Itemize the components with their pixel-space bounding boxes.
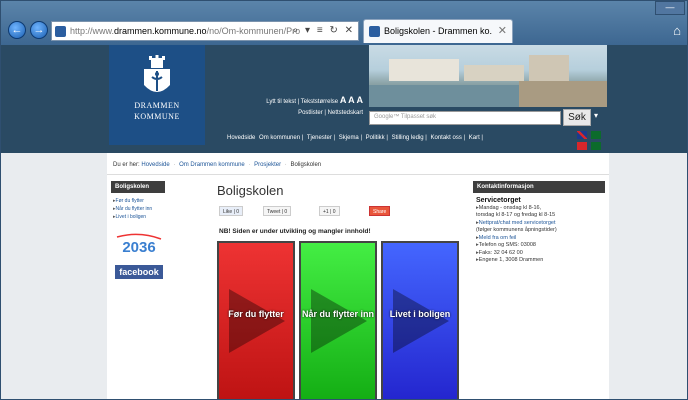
tile-label: Før du flytter xyxy=(228,309,284,319)
left-sidebar: Boligskolen Før du flytter Når du flytte… xyxy=(111,181,165,279)
phone-info: Telefon og SMS: 03008 xyxy=(476,242,602,250)
browser-tab[interactable]: Boligskolen - Drammen ko... ✕ xyxy=(363,19,513,43)
tab-close-icon[interactable]: ✕ xyxy=(498,24,507,37)
search-input[interactable]: Google™ Tilpasset søk xyxy=(369,111,561,125)
search-button[interactable]: Søk xyxy=(563,109,591,126)
breadcrumb-separator: · xyxy=(248,162,251,168)
nav-item-politics[interactable]: Politikk | xyxy=(366,135,388,141)
flag-turkey-icon[interactable] xyxy=(577,142,587,150)
nav-item-services[interactable]: Tjenester | xyxy=(307,135,335,141)
drammen-logo[interactable]: DRAMMEN KOMMUNE xyxy=(109,45,205,145)
tab-favicon-icon xyxy=(369,26,380,37)
address-info: Engene 1, 3008 Drammen xyxy=(476,257,602,265)
fax-info: Faks: 32 04 62 00 xyxy=(476,250,602,258)
facebook-like-button[interactable]: Like | 0 xyxy=(219,206,244,216)
nav-item-about[interactable]: Om kommunen | xyxy=(259,135,303,141)
arrow-icon xyxy=(311,289,367,353)
tile-moving-in[interactable]: Når du flytter inn xyxy=(299,241,377,399)
tab-title: Boligskolen - Drammen ko... xyxy=(384,26,492,36)
util-link-lists[interactable]: Postlister | Nettstedskart xyxy=(231,108,363,119)
tile-life-in-home[interactable]: Livet i boligen xyxy=(381,241,459,399)
right-sidebar: Kontaktinformasjon Servicetorget Mandag … xyxy=(473,181,605,269)
share-bar: Like | 0 Tweet | 0 +1 | 0 Share xyxy=(215,206,469,218)
address-tools-icons[interactable]: ⌕ ▾ ≡ ↻ ✕ xyxy=(293,25,355,36)
home-icon[interactable]: ⌂ xyxy=(673,23,681,38)
address-url[interactable]: http://www.drammen.kommune.no/no/Om-komm… xyxy=(70,26,302,36)
breadcrumb-separator: · xyxy=(173,162,176,168)
util-link-listen[interactable]: Lytt til tekst | Tekststørrelse xyxy=(266,99,338,105)
search-placeholder: Google™ Tilpasset søk xyxy=(374,114,437,120)
back-button[interactable]: ← xyxy=(8,21,26,39)
sidebar-item-before-moving[interactable]: Før du flytter xyxy=(113,197,163,205)
text-size-toggle[interactable]: A A A xyxy=(340,95,363,105)
breadcrumb-item-projects[interactable]: Prosjekter xyxy=(254,162,281,168)
nav-item-home[interactable]: Hovedside xyxy=(227,135,255,141)
arrow-icon xyxy=(229,289,285,353)
sidebar-item-moving-in[interactable]: Når du flytter inn xyxy=(113,205,163,213)
breadcrumb-item-about[interactable]: Om Drammen kommune xyxy=(179,162,245,168)
sidebar-heading: Boligskolen xyxy=(111,181,165,193)
contact-info: Servicetorget Mandag - onsdag kl 8-16,to… xyxy=(473,193,605,269)
tile-label: Når du flytter inn xyxy=(301,309,374,319)
nav-item-contact[interactable]: Kontakt oss | xyxy=(431,135,466,141)
search-dropdown-icon[interactable]: ▾ xyxy=(594,111,598,120)
site-favicon-icon xyxy=(55,26,66,37)
logo-line2: KOMMUNE xyxy=(134,112,180,121)
breadcrumb-item-current: Boligskolen xyxy=(290,162,322,168)
page-content: Du er her: Hovedside · Om Drammen kommun… xyxy=(107,153,609,399)
topic-tiles: Før du flytter Når du flytter inn Livet … xyxy=(215,241,469,399)
logo-line1: DRAMMEN xyxy=(134,101,180,110)
breadcrumb-item-home[interactable]: Hovedside xyxy=(141,162,169,168)
nav-item-jobs[interactable]: Stilling ledig | xyxy=(392,135,427,141)
development-notice: NB! Siden er under utvikling og mangler … xyxy=(219,228,371,235)
tile-before-moving[interactable]: Før du flytter xyxy=(217,241,295,399)
main-navigation: Hovedside Om kommunen | Tjenester | Skje… xyxy=(227,135,567,141)
utility-links: Lytt til tekst | Tekststørrelse A A A Po… xyxy=(231,95,363,119)
share-button[interactable]: Share xyxy=(369,206,391,216)
flag-pakistan-icon[interactable] xyxy=(591,131,601,139)
nav-item-map[interactable]: Kart | xyxy=(469,135,483,141)
service-center-title: Servicetorget xyxy=(476,197,521,204)
nav-item-forms[interactable]: Skjema | xyxy=(339,135,362,141)
address-bar[interactable]: http://www.drammen.kommune.no/no/Om-komm… xyxy=(51,21,359,41)
sidebar-links: Før du flytter Når du flytter inn Livet … xyxy=(111,193,165,225)
main-column: Boligskolen Like | 0 Tweet | 0 +1 | 0 Sh… xyxy=(215,181,469,399)
forward-button[interactable]: → xyxy=(30,21,48,39)
flag-uk-icon[interactable] xyxy=(577,131,587,139)
page-title: Boligskolen xyxy=(217,183,284,198)
report-error-link[interactable]: Meld fra om feil xyxy=(476,235,602,243)
coat-of-arms-icon xyxy=(144,55,170,92)
browser-window: — ← → http://www.drammen.kommune.no/no/O… xyxy=(0,0,688,400)
breadcrumb-separator: · xyxy=(284,162,287,168)
tile-label: Livet i boligen xyxy=(389,309,451,319)
flag-language-icon[interactable] xyxy=(591,142,601,150)
breadcrumb-divider xyxy=(107,174,609,175)
contact-heading: Kontaktinformasjon xyxy=(473,181,605,193)
minimize-button[interactable]: — xyxy=(655,1,685,15)
google-plus-button[interactable]: +1 | 0 xyxy=(319,206,340,216)
breadcrumb-prefix: Du er her: xyxy=(113,162,140,168)
tweet-button[interactable]: Tweet | 0 xyxy=(263,206,292,216)
facebook-button[interactable]: facebook xyxy=(115,265,163,279)
chat-link[interactable]: Nettprat/chat med servicetorget(følger k… xyxy=(476,220,602,235)
browser-toolbar: — ← → http://www.drammen.kommune.no/no/O… xyxy=(1,1,687,45)
arrow-icon xyxy=(393,289,449,353)
opening-hours: Mandag - onsdag kl 8-16,torsdag kl 8-17 … xyxy=(476,205,602,220)
logo-2036-icon[interactable]: 2036 xyxy=(115,233,163,255)
sidebar-item-life-in-home[interactable]: Livet i boligen xyxy=(113,213,163,221)
header-photo xyxy=(369,45,607,107)
svg-text:2036: 2036 xyxy=(122,239,155,255)
breadcrumb: Du er her: Hovedside · Om Drammen kommun… xyxy=(113,162,603,168)
